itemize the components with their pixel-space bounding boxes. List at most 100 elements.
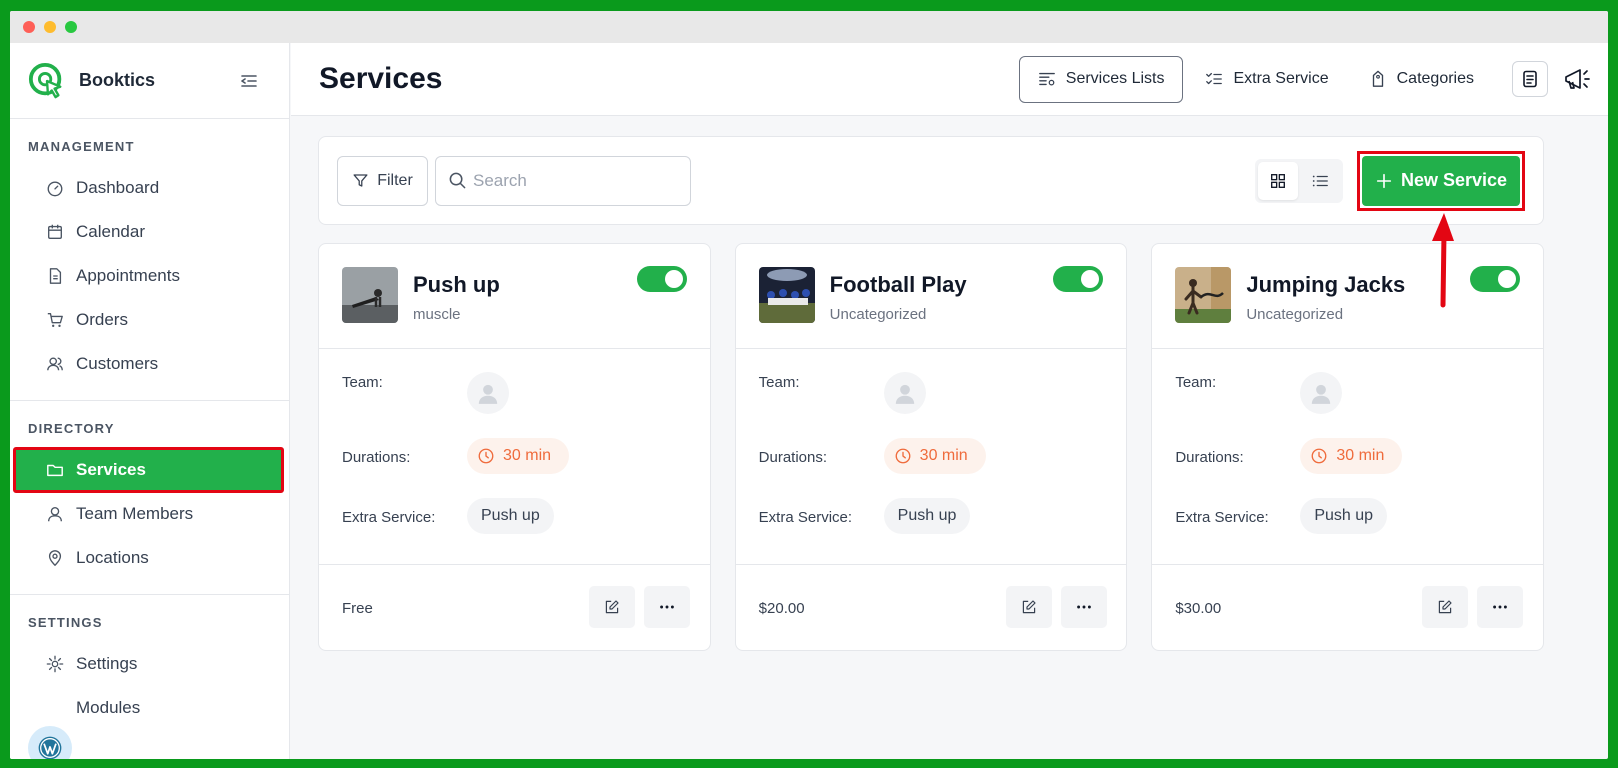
edit-icon [1439,600,1452,614]
users-icon [47,357,63,371]
extra-service-pill: Push up [1300,498,1388,534]
service-card[interactable]: Football Play Uncategorized Team: Durati… [734,243,1128,651]
sidebar-item-settings[interactable]: Settings [10,642,283,686]
sidebar-item-orders[interactable]: Orders [10,298,283,342]
search-input[interactable] [473,170,673,191]
service-card[interactable]: Jumping Jacks Uncategorized Team: Durati… [1151,243,1545,651]
durations-label: Durations: [758,449,828,466]
filter-label: Filter [377,171,413,189]
team-label: Team: [342,374,383,391]
filter-button[interactable]: Filter [337,155,428,206]
more-dots-icon [1493,605,1508,609]
sidebar-item-services[interactable]: Services [13,447,284,493]
close-window-button[interactable] [23,21,35,33]
grid-icon [1271,173,1285,188]
brand-name: Booktics [79,70,156,90]
durations-label: Durations: [1175,449,1244,466]
avatar [1300,372,1343,414]
page-title: Services [319,62,443,95]
extra-service-pill: Push up [467,498,554,534]
extra-service-pill: Push up [883,498,971,534]
calendar-icon [48,224,62,239]
user-placeholder-icon [895,384,914,404]
notes-icon [1523,70,1537,88]
sidebar-item-modules[interactable]: Modules [10,686,283,730]
document-icon [49,268,62,284]
tag-icon [1372,70,1383,87]
team-label: Team: [1175,374,1217,391]
search-box[interactable] [435,155,691,206]
tab-services-lists[interactable]: Services Lists [1018,55,1184,103]
new-service-button[interactable]: New Service [1362,155,1520,206]
more-options-button[interactable] [1477,586,1524,628]
sidebar-item-customers[interactable]: Customers [10,342,283,386]
user-placeholder-icon [1312,384,1331,404]
megaphone-icon[interactable] [1562,64,1592,94]
service-thumbnail [342,267,398,323]
service-title: Football Play [829,272,967,297]
sidebar-item-locations[interactable]: Locations [10,536,283,580]
service-status-toggle[interactable] [636,266,687,292]
collapse-menu-icon[interactable] [239,71,259,91]
sidebar-item-team-members[interactable]: Team Members [10,492,283,536]
extra-service-label: Extra Service: [342,509,436,526]
team-label: Team: [758,374,800,391]
grid-view-button[interactable] [1258,161,1298,200]
brand: Booktics [10,43,289,119]
user-placeholder-icon [478,384,498,404]
sidebar-item-label: Locations [76,548,149,567]
new-service-highlight: New Service [1357,150,1525,211]
booktics-logo-icon [28,62,62,98]
user-icon [48,507,62,522]
tab-categories[interactable]: Categories [1351,56,1492,103]
plus-icon [1376,173,1392,188]
edit-button[interactable] [1005,586,1052,628]
tab-extra-service[interactable]: Extra Service [1187,56,1346,103]
sidebar-item-label: Appointments [76,266,180,285]
search-icon [449,172,466,189]
service-card[interactable]: Push up muscle Team: Durations: 30 min E… [318,243,711,651]
header-tabs: Services Lists Extra Service Categories [1018,43,1608,115]
extra-service-label: Extra Service: [1175,509,1269,526]
more-dots-icon [660,605,674,609]
wordpress-icon[interactable] [28,726,72,759]
service-status-toggle[interactable] [1470,266,1521,292]
clock-icon [895,448,911,464]
sidebar-item-label: Settings [76,654,138,673]
notes-button[interactable] [1512,61,1548,97]
section-title-directory: DIRECTORY [28,421,115,436]
sidebar-item-label: Team Members [76,504,194,523]
duration-badge: 30 min [883,438,986,474]
section-title-management: MANAGEMENT [28,139,135,154]
edit-button[interactable] [1422,586,1469,628]
more-options-button[interactable] [644,586,690,628]
sidebar: Booktics MANAGEMENT Dashboard Calendar A… [10,43,290,759]
sidebar-item-label: Dashboard [76,178,160,197]
edit-icon [1022,600,1036,614]
sidebar-item-label: Customers [76,354,159,373]
service-title: Push up [413,272,500,297]
sidebar-item-label: Modules [76,698,141,717]
dashboard-gauge-icon [47,181,63,197]
sidebar-item-dashboard[interactable]: Dashboard [10,166,283,210]
service-price: Free [342,600,373,617]
service-status-toggle[interactable] [1053,266,1104,292]
gear-icon [46,655,64,673]
list-view-button[interactable] [1300,162,1340,200]
maximize-window-button[interactable] [65,21,77,33]
duration-badge: 30 min [467,438,570,474]
service-price: $20.00 [758,600,805,617]
service-price: $30.00 [1175,600,1222,617]
sidebar-item-appointments[interactable]: Appointments [10,254,283,298]
edit-button[interactable] [589,586,635,628]
duration-badge: 30 min [1300,438,1403,474]
more-dots-icon [1076,605,1091,609]
minimize-window-button[interactable] [44,21,56,33]
service-category: Uncategorized [1246,306,1344,323]
service-title: Jumping Jacks [1246,272,1406,297]
more-options-button[interactable] [1060,586,1107,628]
extra-service-label: Extra Service: [758,509,853,526]
checklist-icon [1206,72,1223,85]
sidebar-item-calendar[interactable]: Calendar [10,210,283,254]
filter-icon [353,174,368,187]
